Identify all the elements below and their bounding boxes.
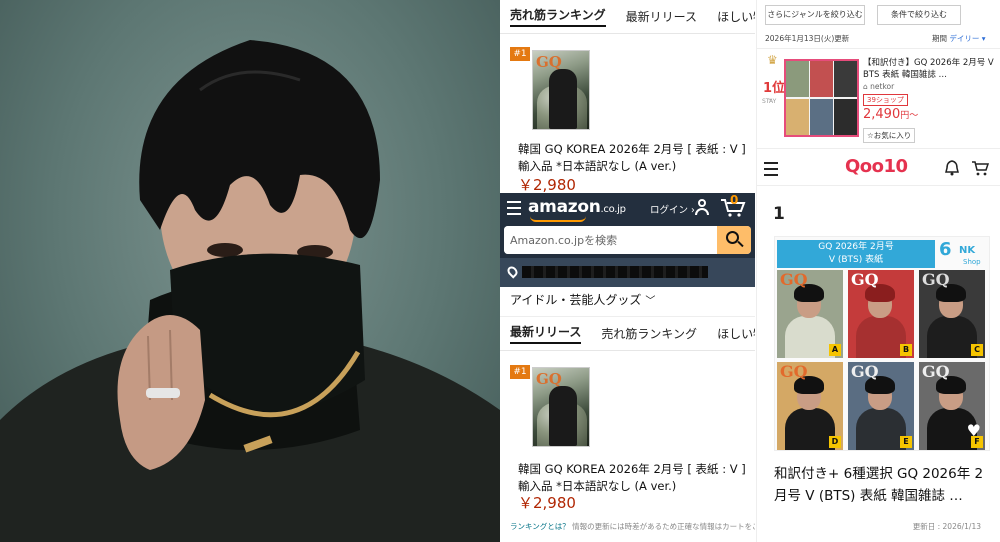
- amazon-logo[interactable]: amazon.co.jp: [528, 197, 626, 217]
- rank-badge: #1: [510, 365, 530, 379]
- update-date: 2026年1月13日(火)更新: [765, 34, 850, 43]
- rank-badge: #1: [510, 47, 530, 61]
- location-pin-icon: [505, 264, 520, 279]
- search-button[interactable]: [717, 226, 751, 254]
- period-label: 期間: [932, 34, 947, 43]
- shop-badge: 39ショップ: [863, 94, 908, 106]
- qoo10-logo[interactable]: Qoo10: [845, 156, 908, 177]
- period-selector[interactable]: 期間 デイリー ▾: [932, 33, 986, 44]
- tab-best-sellers[interactable]: 売れ筋ランキング: [510, 6, 606, 27]
- cart-count: 0: [730, 193, 739, 207]
- product-card[interactable]: #1 GQ 韓国 GQ KOREA 2026年 2月号 [ 表紙 : V ] 輸…: [500, 351, 755, 516]
- product-cover-image[interactable]: GQ: [532, 50, 590, 130]
- ranking-tabs: 最新リリース 売れ筋ランキング ほしい物ランキング: [500, 317, 755, 351]
- product-image-banner: GQ 2026年 2月号 V (BTS) 表紙: [777, 240, 935, 268]
- ranking-footer: ランキングとは？ 情報の更新には時差があるため正確な情報はカートをご確認ください: [500, 518, 755, 542]
- search-bar: [504, 226, 751, 254]
- product-title[interactable]: 韓国 GQ KOREA 2026年 2月号 [ 表紙 : V ] 輸入品 *日本…: [518, 141, 748, 175]
- ranking-info-link[interactable]: ランキングとは？: [510, 522, 570, 531]
- ranking-item-price: 2,490円〜: [863, 107, 919, 122]
- favorite-button[interactable]: ☆お気に入り: [863, 128, 916, 143]
- amazon-header: amazon.co.jp ログイン › 0: [500, 193, 755, 287]
- cart-icon[interactable]: [971, 160, 989, 176]
- category-dropdown[interactable]: アイドル・芸能人グッズ ﹀: [500, 287, 755, 317]
- user-icon[interactable]: [695, 199, 709, 215]
- cover-option-e: GQ E: [848, 362, 914, 450]
- tab-wishlist-ranking[interactable]: ほしい物ランキング: [717, 8, 755, 25]
- portrait-illustration: [0, 40, 500, 542]
- ranking-item-thumbnail[interactable]: [784, 59, 859, 137]
- footer-updated: 更新日 : 2026/1/13: [912, 522, 981, 531]
- tab-new-releases[interactable]: 最新リリース: [626, 8, 697, 25]
- hamburger-menu-icon[interactable]: [764, 162, 778, 180]
- login-link[interactable]: ログイン ›: [650, 202, 695, 216]
- top-ranking-tabs: 売れ筋ランキング 最新リリース ほしい物ランキング: [500, 0, 755, 34]
- qoo10-header: Qoo10: [757, 148, 1000, 186]
- rank-number: 1位: [763, 81, 786, 96]
- tab-new-releases[interactable]: 最新リリース: [510, 323, 582, 344]
- cover-option-b: GQ B: [848, 270, 914, 358]
- product-price: ￥2,980: [518, 176, 576, 194]
- amazon-smile-icon: [530, 216, 586, 222]
- product-title[interactable]: 韓国 GQ KOREA 2026年 2月号 [ 表紙 : V ] 輸入品 *日本…: [518, 461, 748, 495]
- period-value: デイリー: [949, 34, 980, 43]
- tab-wishlist-ranking[interactable]: ほしい物ランキング: [717, 325, 755, 342]
- amazon-panel: 売れ筋ランキング 最新リリース ほしい物ランキング #1 GQ 韓国 GQ KO…: [500, 0, 755, 542]
- rank-heading: 1: [773, 204, 785, 224]
- cover-photo: [0, 0, 500, 542]
- search-input[interactable]: [504, 226, 717, 254]
- qoo10-panel: さらにジャンルを絞り込む 条件で絞り込む 2026年1月13日(火)更新 期間 …: [756, 0, 1000, 542]
- tab-best-sellers[interactable]: 売れ筋ランキング: [601, 325, 697, 342]
- seller-name[interactable]: ⌂ netkor: [863, 82, 894, 91]
- redacted-address: [522, 266, 708, 278]
- product-cover-image[interactable]: GQ: [532, 367, 590, 447]
- delivery-address-bar[interactable]: [500, 258, 755, 287]
- chevron-down-icon: ﹀: [645, 296, 656, 307]
- cover-option-d: GQ D: [777, 362, 843, 450]
- product-price: ￥2,980: [518, 494, 576, 512]
- crown-icon: ♛: [767, 53, 778, 67]
- top-product-card[interactable]: #1 GQ 韓国 GQ KOREA 2026年 2月号 [ 表紙 : V ] 輸…: [500, 34, 755, 194]
- rank-stay-label: STAY: [762, 98, 777, 105]
- shop-logo: 6 NK Shop: [939, 239, 981, 267]
- product-image[interactable]: GQ 2026年 2月号 V (BTS) 表紙 6 NK Shop GQ A GQ B …: [774, 236, 990, 451]
- bell-icon[interactable]: [945, 160, 959, 176]
- cover-option-a: GQ A: [777, 270, 843, 358]
- ranking-item-title[interactable]: 【和訳付き】GQ 2026年 2月号 V BTS 表紙 韓国雑誌 …: [863, 57, 998, 81]
- caret-down-icon: ▾: [981, 34, 986, 43]
- ranking-note: 情報の更新には時差があるため正確な情報はカートをご確認ください: [572, 522, 755, 531]
- hamburger-menu-icon[interactable]: [507, 201, 521, 219]
- heart-icon[interactable]: ♥: [967, 421, 981, 440]
- ranking-item[interactable]: ♛ 1位 – STAY 【和訳付き】GQ 2026年 2月号 V BTS 表紙 …: [757, 48, 1000, 148]
- filter-genre-button[interactable]: さらにジャンルを絞り込む: [765, 5, 865, 25]
- filter-condition-button[interactable]: 条件で絞り込む: [877, 5, 961, 25]
- category-label: アイドル・芸能人グッズ: [510, 293, 642, 307]
- cover-option-c: GQ C: [919, 270, 985, 358]
- product-title[interactable]: 和訳付き+ 6種選択 GQ 2026年 2月号 V (BTS) 表紙 韓国雑誌 …: [774, 463, 992, 507]
